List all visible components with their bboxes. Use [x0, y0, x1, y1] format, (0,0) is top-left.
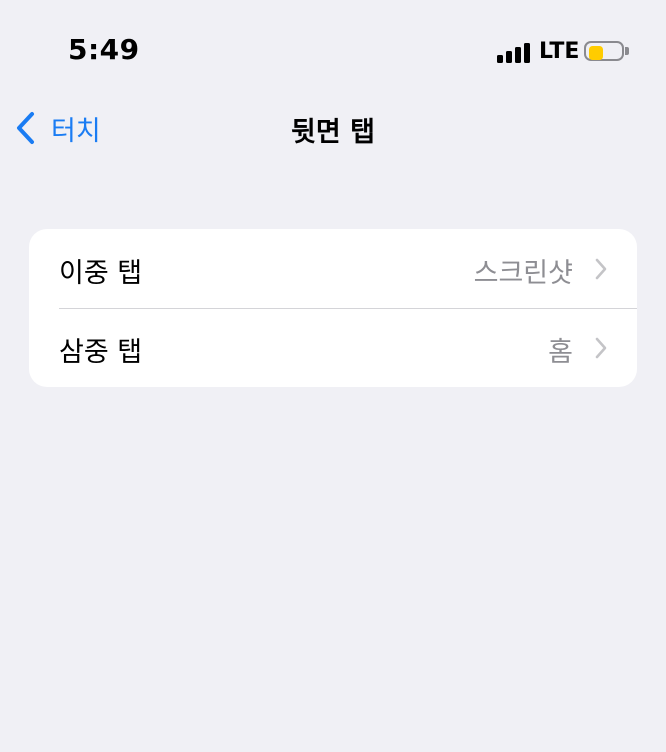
settings-group: 이중 탭 스크린샷 삼중 탭 홈	[29, 229, 637, 387]
settings-row-triple-tap[interactable]: 삼중 탭 홈	[29, 308, 637, 387]
row-label: 이중 탭	[59, 258, 143, 289]
signal-icon	[497, 43, 533, 63]
signal-bar	[497, 55, 503, 63]
battery-icon	[584, 41, 630, 65]
network-label: LTE	[539, 39, 580, 64]
row-label: 삼중 탭	[59, 337, 143, 368]
settings-row-double-tap[interactable]: 이중 탭 스크린샷	[29, 229, 637, 309]
page-title: 뒷면 탭	[291, 117, 375, 148]
status-time: 5:49	[68, 33, 140, 66]
signal-bar	[524, 43, 530, 63]
chevron-right-icon	[595, 337, 607, 359]
battery-body	[584, 41, 624, 61]
row-value: 홈	[548, 337, 573, 368]
battery-fill	[589, 46, 603, 60]
chevron-right-icon	[595, 258, 607, 280]
status-bar: 5:49 LTE	[0, 0, 666, 100]
row-value: 스크린샷	[473, 258, 573, 289]
signal-bar	[515, 47, 521, 63]
navigation-bar: 터치 뒷면 탭	[0, 100, 666, 156]
signal-bar	[506, 51, 512, 63]
battery-nub	[625, 47, 629, 55]
